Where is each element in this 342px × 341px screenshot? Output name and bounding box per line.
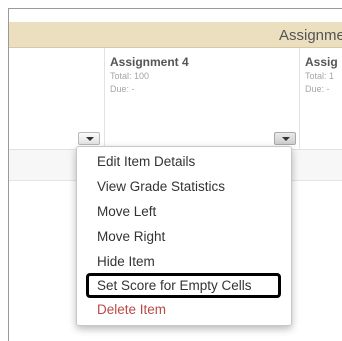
chevron-down-icon bbox=[86, 137, 94, 141]
column-title[interactable]: Assig bbox=[305, 55, 338, 69]
column-due: Due: - bbox=[110, 84, 135, 94]
column-dropdown-button-active[interactable] bbox=[274, 132, 296, 145]
column-dropdown-button[interactable] bbox=[78, 132, 100, 145]
menu-item-edit-item-details[interactable]: Edit Item Details bbox=[97, 154, 195, 170]
column-total: Total: 100 bbox=[110, 71, 150, 81]
column-action-menu: Edit Item Details View Grade Statistics … bbox=[76, 146, 292, 326]
column-header-assignment-4[interactable]: Assignment 4 Total: 100 Due: - bbox=[105, 48, 300, 150]
menu-item-delete-item[interactable]: Delete Item bbox=[97, 302, 166, 318]
menu-item-move-right[interactable]: Move Right bbox=[97, 229, 165, 245]
column-title[interactable]: Assignment 4 bbox=[110, 55, 189, 69]
menu-item-view-grade-statistics[interactable]: View Grade Statistics bbox=[97, 179, 225, 195]
chevron-down-icon bbox=[282, 137, 290, 141]
column-header-previous bbox=[9, 48, 105, 150]
menu-item-move-left[interactable]: Move Left bbox=[97, 204, 156, 220]
column-header-next-assignment[interactable]: Assig Total: 1 Due: - bbox=[300, 48, 342, 150]
category-header: Assignme bbox=[9, 22, 342, 48]
menu-item-hide-item[interactable]: Hide Item bbox=[97, 254, 155, 270]
column-due: Due: - bbox=[305, 84, 330, 94]
highlight-box bbox=[86, 273, 281, 298]
category-label: Assignme bbox=[279, 27, 342, 44]
column-total: Total: 1 bbox=[305, 71, 335, 81]
